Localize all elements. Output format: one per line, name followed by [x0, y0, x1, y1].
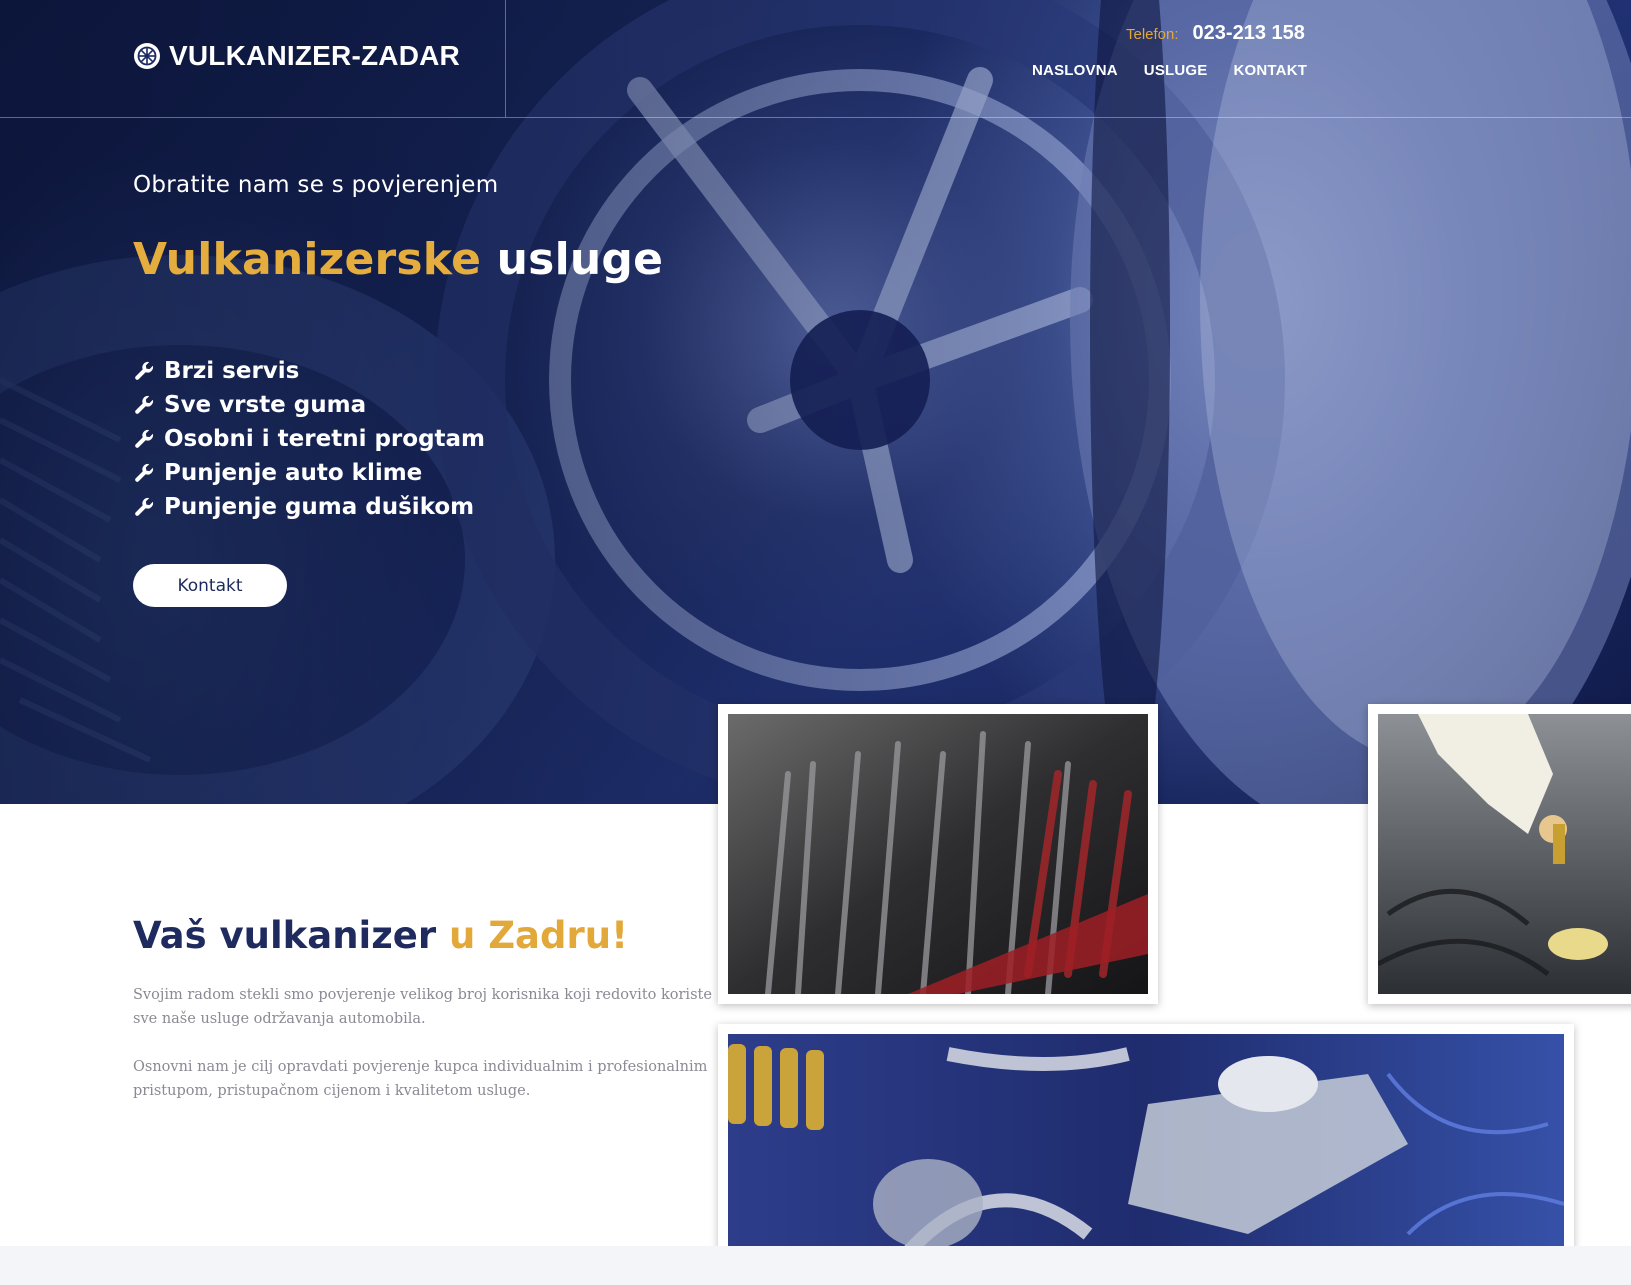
feature-label: Punjenje guma dušikom: [164, 494, 475, 520]
photo-engine-check: [1368, 704, 1631, 1004]
feature-item: Sve vrste guma: [133, 388, 485, 422]
logo-text: VULKANIZER-ZADAR: [169, 40, 460, 71]
nav-item-kontakt[interactable]: KONTAKT: [1234, 62, 1308, 79]
wrench-icon: [135, 463, 154, 482]
feature-label: Osobni i teretni progtam: [164, 426, 486, 452]
feature-item: Osobni i teretni progtam: [133, 422, 485, 456]
contact-button[interactable]: Kontakt: [133, 564, 287, 607]
hero-section: VULKANIZER-ZADAR Telefon: 023-213 158 NA…: [0, 0, 1631, 804]
phone-number[interactable]: 023-213 158: [1193, 22, 1305, 45]
feature-item: Punjenje guma dušikom: [133, 490, 485, 524]
tools-image: [728, 714, 1148, 994]
next-section-strip: [0, 1246, 1631, 1285]
about-title-main: Vaš vulkanizer: [133, 914, 437, 957]
hero-subtitle: Obratite nam se s povjerenjem: [133, 172, 499, 198]
photo-tools: [718, 704, 1158, 1004]
phone-label: Telefon:: [1126, 26, 1179, 43]
feature-list: Brzi servis Sve vrste guma Osobni i tere…: [133, 354, 485, 524]
wrench-icon: [135, 395, 154, 414]
about-title-accent: u Zadru!: [449, 914, 628, 957]
nav-item-usluge[interactable]: USLUGE: [1144, 62, 1208, 79]
header-vertical-divider: [505, 0, 506, 117]
nav-item-naslovna[interactable]: NASLOVNA: [1032, 62, 1118, 79]
hero-title-rest: usluge: [496, 234, 664, 285]
tire-icon: [134, 43, 160, 69]
engine-check-image: [1378, 714, 1631, 994]
feature-label: Brzi servis: [164, 358, 300, 384]
header-phone: Telefon: 023-213 158: [1126, 22, 1305, 45]
feature-item: Brzi servis: [133, 354, 485, 388]
feature-label: Sve vrste guma: [164, 392, 367, 418]
hero-title: Vulkanizerske usluge: [133, 234, 663, 285]
header-divider: [0, 117, 1631, 118]
wrench-icon: [135, 361, 154, 380]
about-title: Vaš vulkanizer u Zadru!: [133, 914, 628, 957]
engine-image: [728, 1034, 1564, 1264]
feature-label: Punjenje auto klime: [164, 460, 423, 486]
logo[interactable]: VULKANIZER-ZADAR: [133, 40, 460, 72]
feature-item: Punjenje auto klime: [133, 456, 485, 490]
hero-title-accent: Vulkanizerske: [133, 234, 482, 285]
about-paragraph-2: Osnovni nam je cilj opravdati povjerenje…: [133, 1059, 708, 1099]
wrench-icon: [135, 497, 154, 516]
main-nav: NASLOVNA USLUGE KONTAKT: [1032, 62, 1307, 79]
photo-engine: [718, 1024, 1574, 1274]
wrench-icon: [135, 429, 154, 448]
about-paragraph-1: Svojim radom stekli smo povjerenje velik…: [133, 987, 712, 1027]
